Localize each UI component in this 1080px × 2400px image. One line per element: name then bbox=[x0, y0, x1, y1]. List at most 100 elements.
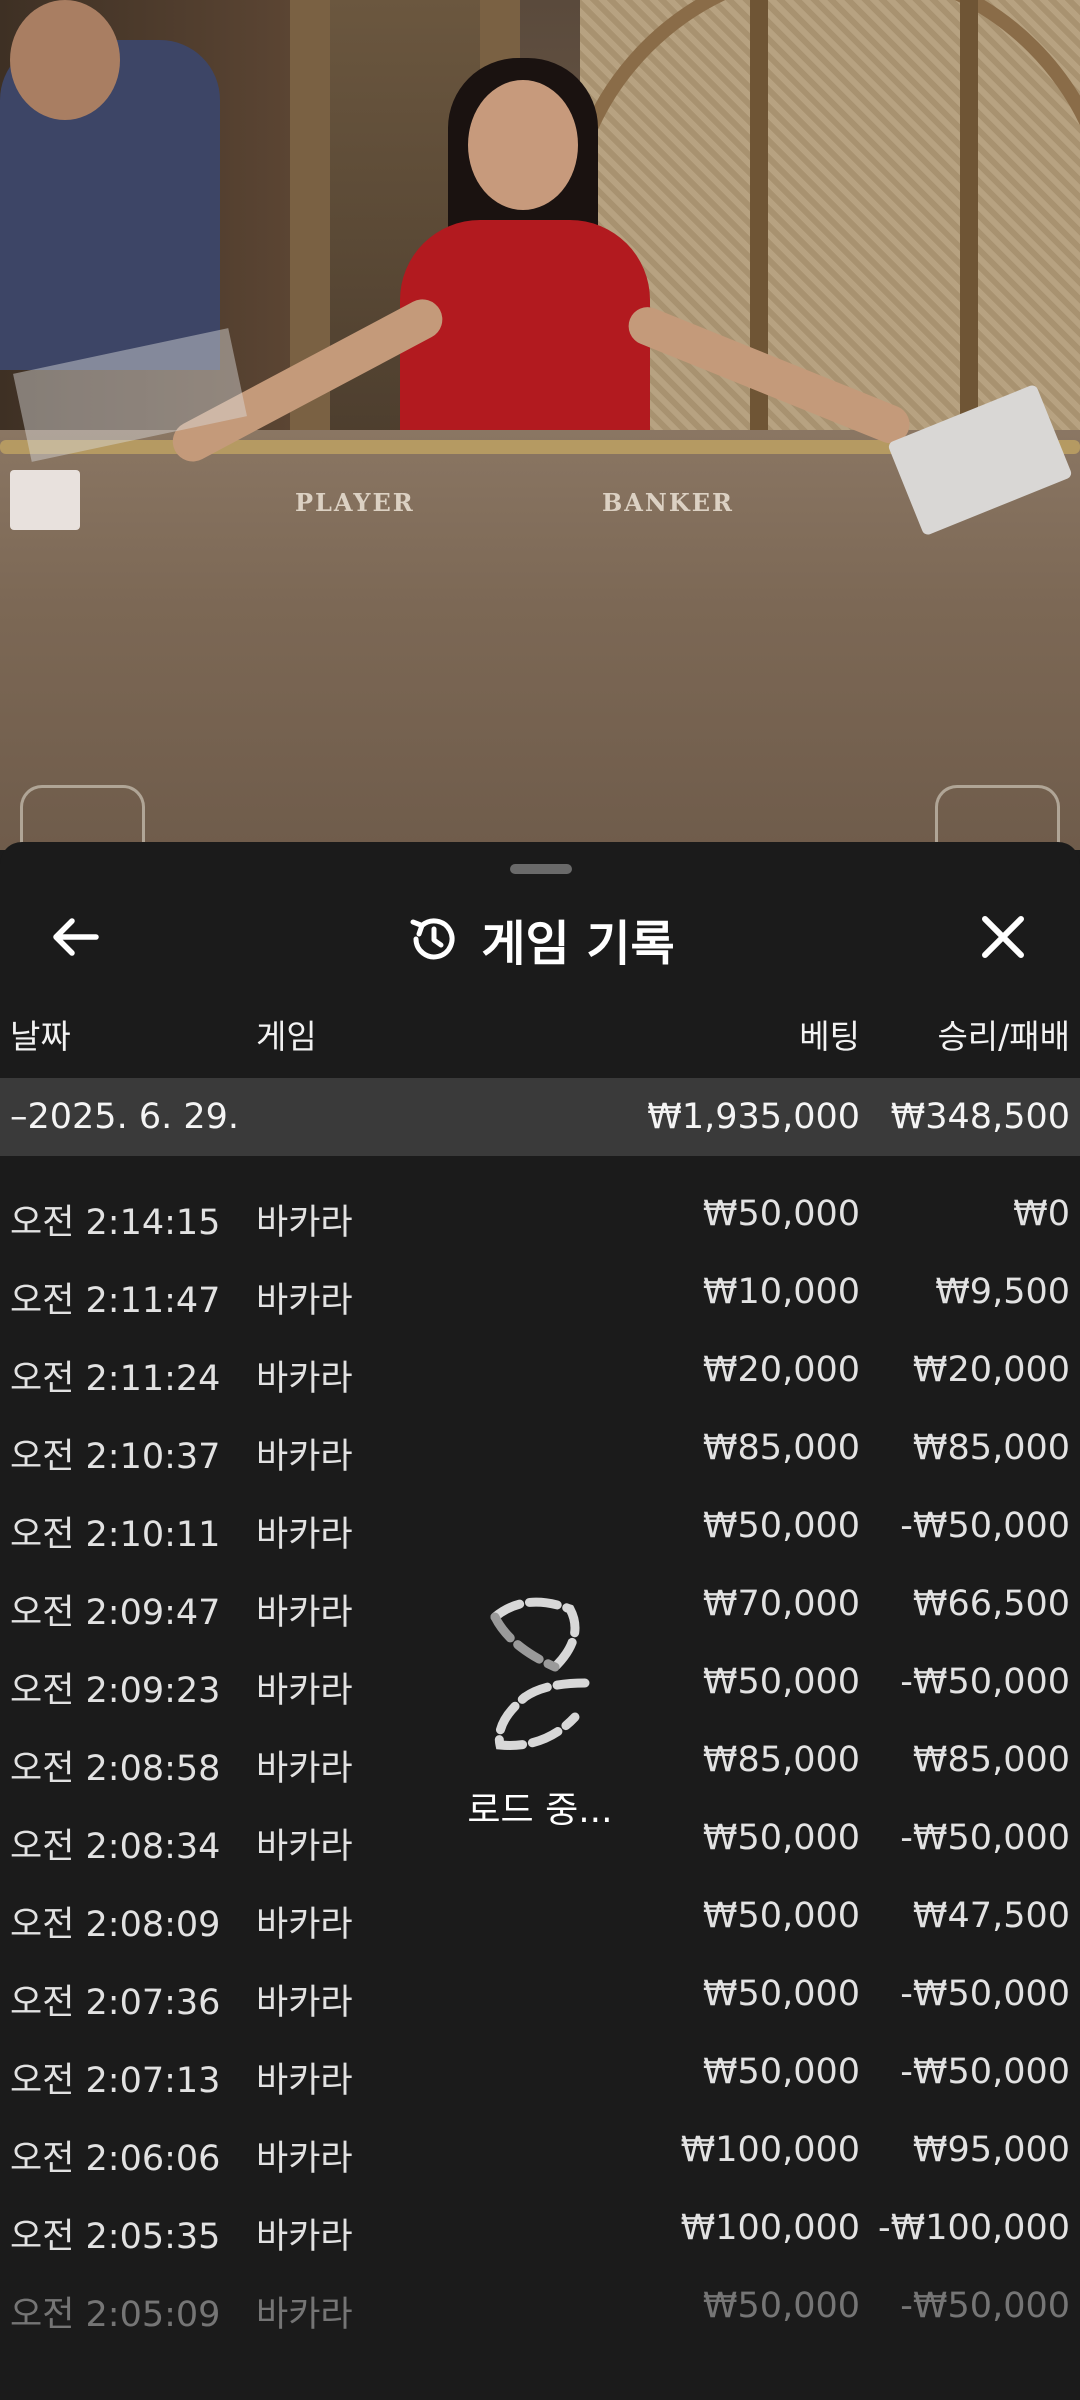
history-row[interactable]: 오전 2:11:47 바카라 ₩10,000 ₩9,500 bbox=[0, 1260, 1080, 1338]
page-title: 게임 기록 bbox=[481, 916, 675, 972]
card-stack bbox=[10, 470, 80, 530]
history-row[interactable]: 오전 2:11:24 바카라 ₩20,000 ₩20,000 bbox=[0, 1338, 1080, 1416]
column-header-win-loss: 승리/패배 bbox=[937, 1017, 1070, 1056]
row-win-loss: -₩50,000 bbox=[900, 2052, 1070, 2092]
close-icon bbox=[982, 916, 1024, 958]
close-button[interactable] bbox=[966, 900, 1040, 974]
row-game: 바카라 bbox=[256, 1515, 353, 1555]
row-win-loss: ₩20,000 bbox=[912, 1350, 1070, 1390]
summary-date: –2025. 6. 29. bbox=[10, 1097, 240, 1137]
row-win-loss: ₩47,500 bbox=[912, 1896, 1070, 1936]
row-win-loss: ₩85,000 bbox=[912, 1428, 1070, 1468]
summary-win-loss: ₩348,500 bbox=[890, 1097, 1070, 1137]
row-bet: ₩50,000 bbox=[702, 1662, 860, 1702]
row-game: 바카라 bbox=[256, 1983, 353, 2023]
history-row[interactable]: 오전 2:06:06 바카라 ₩100,000 ₩95,000 bbox=[0, 2118, 1080, 2196]
row-time: 오전 2:08:09 bbox=[10, 1905, 221, 1945]
dealer-head bbox=[468, 80, 578, 210]
table-label-banker: BANKER bbox=[602, 488, 734, 517]
row-win-loss: -₩100,000 bbox=[878, 2208, 1070, 2248]
table-label-player: PLAYER bbox=[295, 488, 415, 517]
live-video-stream: PLAYER BANKER bbox=[0, 0, 1080, 850]
seat-tab-right[interactable] bbox=[935, 785, 1060, 850]
row-time: 오전 2:10:37 bbox=[10, 1437, 221, 1477]
dealer-figure bbox=[400, 220, 650, 460]
row-bet: ₩100,000 bbox=[680, 2208, 860, 2248]
row-win-loss: ₩95,000 bbox=[912, 2130, 1070, 2170]
row-bet: ₩85,000 bbox=[702, 1740, 860, 1780]
row-game: 바카라 bbox=[256, 2217, 353, 2257]
backdrop-stripe bbox=[960, 0, 978, 440]
row-game: 바카라 bbox=[256, 1203, 353, 1243]
row-bet: ₩70,000 bbox=[702, 1584, 860, 1624]
row-bet: ₩100,000 bbox=[680, 2130, 860, 2170]
loading-spinner-icon bbox=[490, 1597, 590, 1750]
row-win-loss: -₩50,000 bbox=[900, 1818, 1070, 1858]
seat-tab-left[interactable] bbox=[20, 785, 145, 850]
row-bet: ₩20,000 bbox=[702, 1350, 860, 1390]
row-time: 오전 2:11:47 bbox=[10, 1281, 221, 1321]
row-game: 바카라 bbox=[256, 1437, 353, 1477]
row-time: 오전 2:07:13 bbox=[10, 2061, 221, 2101]
row-game: 바카라 bbox=[256, 1593, 353, 1633]
row-time: 오전 2:09:47 bbox=[10, 1593, 221, 1633]
loading-indicator: 로드 중... bbox=[430, 1597, 650, 1857]
history-row[interactable]: 오전 2:10:11 바카라 ₩50,000 -₩50,000 bbox=[0, 1494, 1080, 1572]
row-bet: ₩10,000 bbox=[702, 1272, 860, 1312]
row-time: 오전 2:05:35 bbox=[10, 2217, 221, 2257]
row-game: 바카라 bbox=[256, 1281, 353, 1321]
row-bet: ₩50,000 bbox=[702, 2286, 860, 2326]
row-bet: ₩50,000 bbox=[702, 1194, 860, 1234]
history-row[interactable]: 오전 2:14:15 바카라 ₩50,000 ₩0 bbox=[0, 1182, 1080, 1260]
row-win-loss: -₩50,000 bbox=[900, 1662, 1070, 1702]
history-row[interactable]: 오전 2:07:36 바카라 ₩50,000 -₩50,000 bbox=[0, 1962, 1080, 2040]
row-time: 오전 2:08:34 bbox=[10, 1827, 221, 1867]
date-summary-row[interactable]: –2025. 6. 29. ₩1,935,000 ₩348,500 bbox=[0, 1078, 1080, 1156]
game-history-sheet: 게임 기록 날짜 게임 베팅 승리/패배 –2025. 6. 29. ₩1,93… bbox=[0, 842, 1080, 2400]
row-game: 바카라 bbox=[256, 1905, 353, 1945]
history-row[interactable]: 오전 2:07:13 바카라 ₩50,000 -₩50,000 bbox=[0, 2040, 1080, 2118]
row-game: 바카라 bbox=[256, 1827, 353, 1867]
row-game: 바카라 bbox=[256, 1359, 353, 1399]
row-game: 바카라 bbox=[256, 2139, 353, 2179]
row-time: 오전 2:10:11 bbox=[10, 1515, 221, 1555]
sheet-drag-handle[interactable] bbox=[510, 864, 572, 874]
column-header-bet: 베팅 bbox=[799, 1017, 860, 1056]
summary-bet: ₩1,935,000 bbox=[647, 1097, 860, 1137]
row-time: 오전 2:05:09 bbox=[10, 2295, 221, 2335]
row-game: 바카라 bbox=[256, 2295, 353, 2335]
history-row[interactable]: 오전 2:05:09 바카라 ₩50,000 -₩50,000 bbox=[0, 2274, 1080, 2352]
row-win-loss: -₩50,000 bbox=[900, 1974, 1070, 2014]
row-time: 오전 2:08:58 bbox=[10, 1749, 221, 1789]
row-bet: ₩50,000 bbox=[702, 1506, 860, 1546]
row-bet: ₩50,000 bbox=[702, 1974, 860, 2014]
row-time: 오전 2:06:06 bbox=[10, 2139, 221, 2179]
row-bet: ₩85,000 bbox=[702, 1428, 860, 1468]
row-bet: ₩50,000 bbox=[702, 1896, 860, 1936]
row-win-loss: ₩0 bbox=[1013, 1194, 1070, 1234]
row-game: 바카라 bbox=[256, 1749, 353, 1789]
row-game: 바카라 bbox=[256, 2061, 353, 2101]
row-bet: ₩50,000 bbox=[702, 2052, 860, 2092]
history-icon bbox=[410, 918, 455, 960]
row-win-loss: -₩50,000 bbox=[900, 2286, 1070, 2326]
history-row[interactable]: 오전 2:05:35 바카라 ₩100,000 -₩100,000 bbox=[0, 2196, 1080, 2274]
row-win-loss: -₩50,000 bbox=[900, 1506, 1070, 1546]
sheet-header: 게임 기록 bbox=[0, 902, 1080, 976]
croupier-head bbox=[10, 0, 120, 120]
table-header: 날짜 게임 베팅 승리/패배 bbox=[0, 1010, 1080, 1066]
column-header-game: 게임 bbox=[256, 1017, 317, 1056]
row-win-loss: ₩85,000 bbox=[912, 1740, 1070, 1780]
row-time: 오전 2:14:15 bbox=[10, 1203, 221, 1243]
row-time: 오전 2:07:36 bbox=[10, 1983, 221, 2023]
row-time: 오전 2:09:23 bbox=[10, 1671, 221, 1711]
row-win-loss: ₩9,500 bbox=[935, 1272, 1070, 1312]
column-header-date: 날짜 bbox=[10, 1017, 71, 1056]
row-bet: ₩50,000 bbox=[702, 1818, 860, 1858]
row-win-loss: ₩66,500 bbox=[912, 1584, 1070, 1624]
loading-text: 로드 중... bbox=[467, 1790, 613, 1831]
row-time: 오전 2:11:24 bbox=[10, 1359, 221, 1399]
row-game: 바카라 bbox=[256, 1671, 353, 1711]
history-row[interactable]: 오전 2:10:37 바카라 ₩85,000 ₩85,000 bbox=[0, 1416, 1080, 1494]
history-row[interactable]: 오전 2:08:09 바카라 ₩50,000 ₩47,500 bbox=[0, 1884, 1080, 1962]
